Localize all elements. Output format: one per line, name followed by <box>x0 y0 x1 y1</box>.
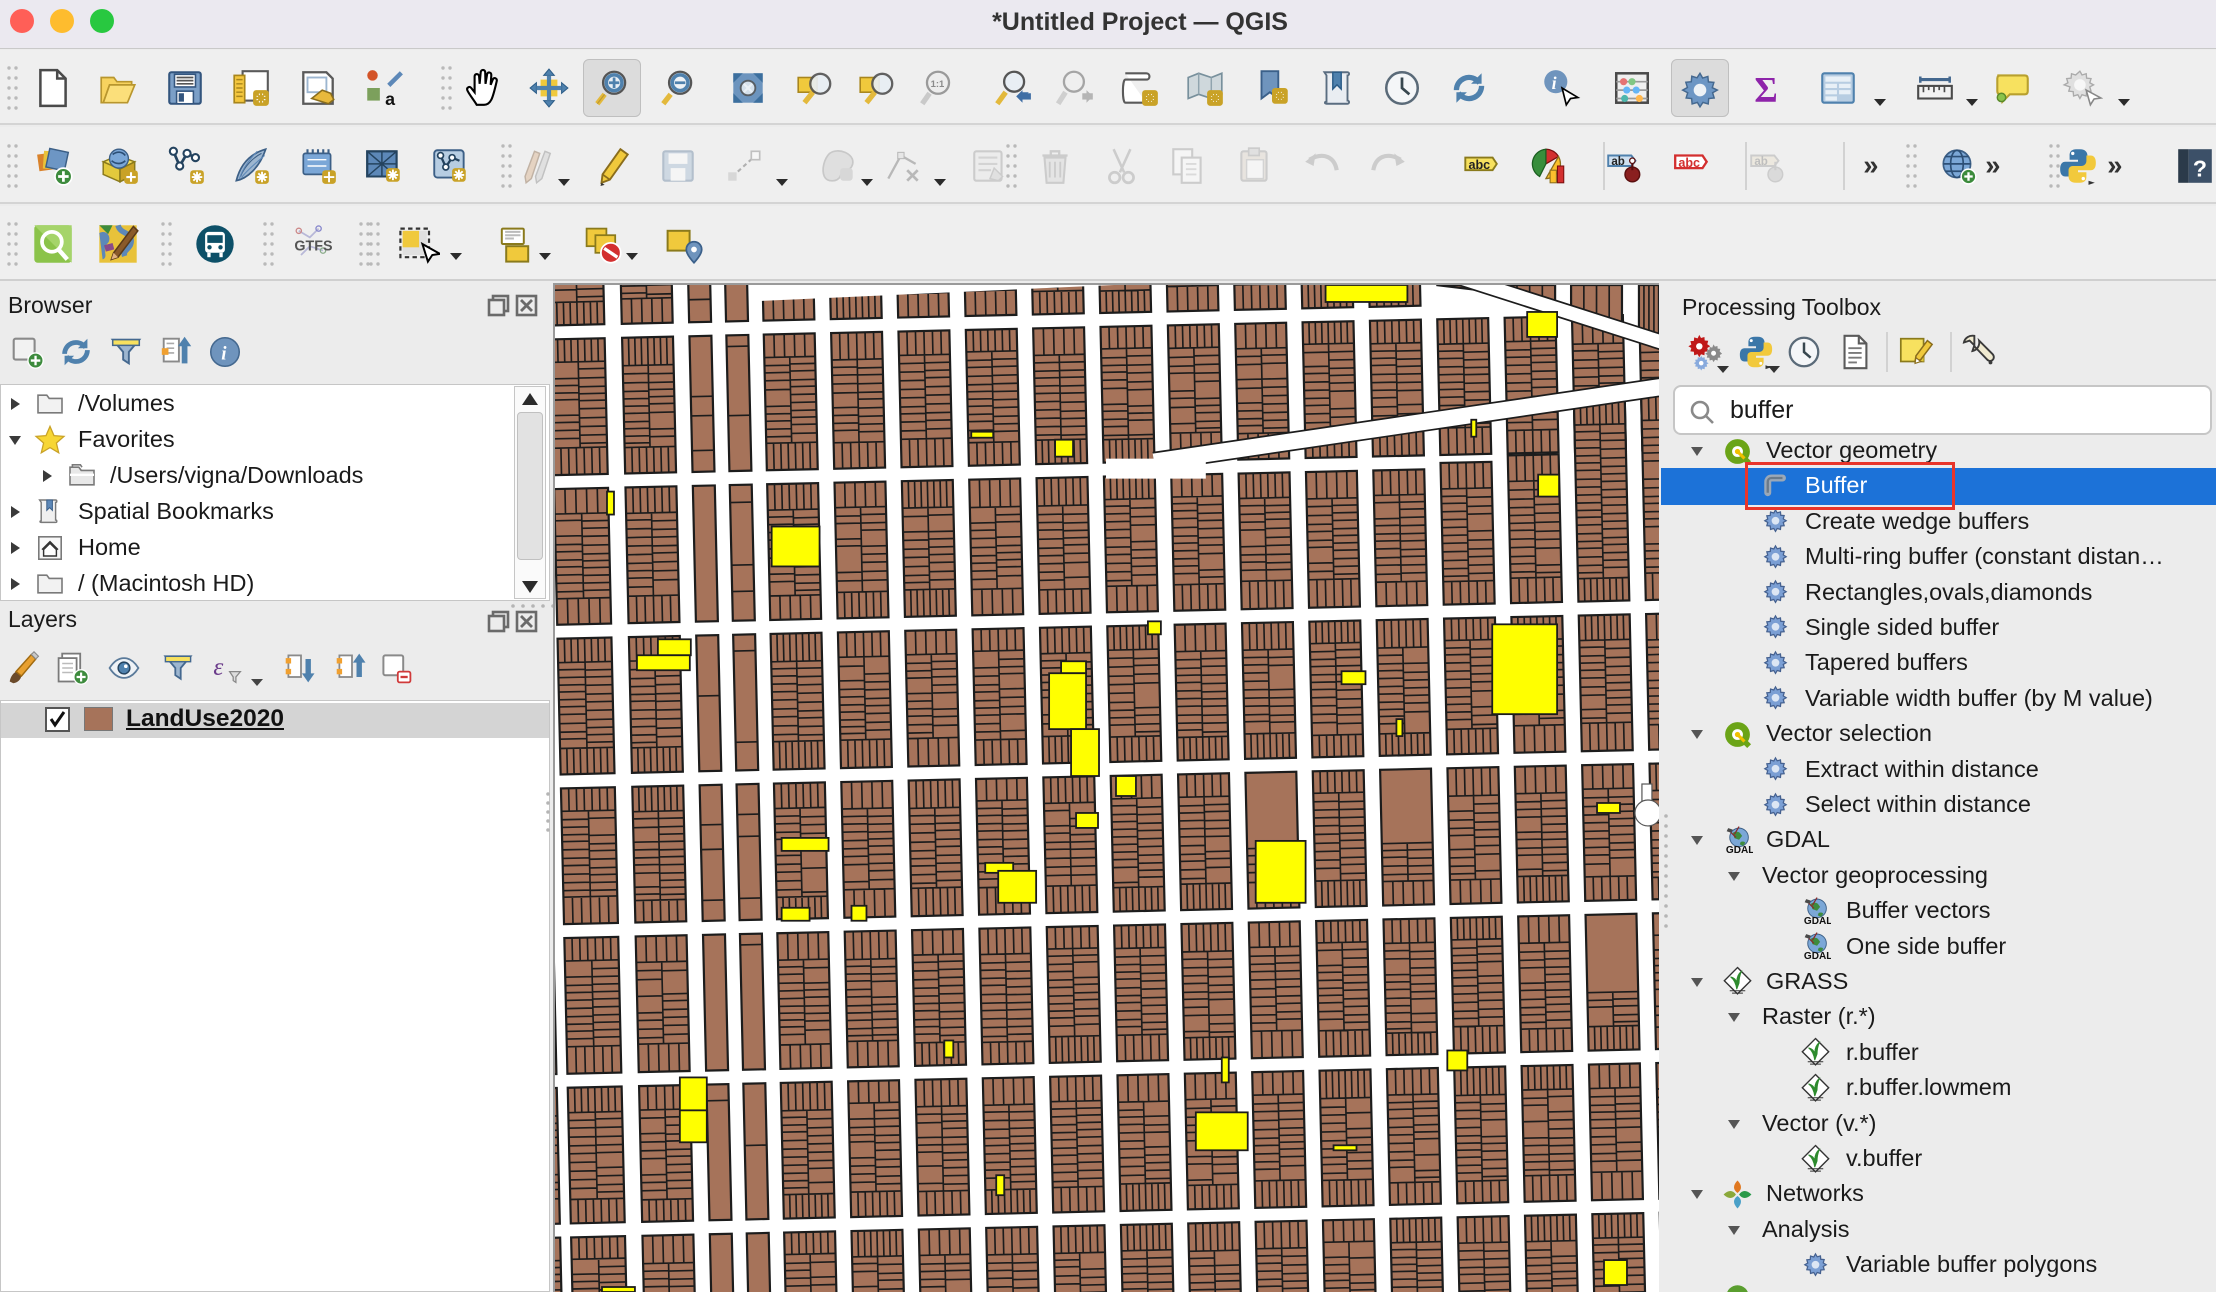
svg-text:Σ: Σ <box>1754 70 1777 109</box>
svg-text:»: » <box>1985 149 2000 180</box>
svg-text:GTFS: GTFS <box>294 239 332 255</box>
svg-text:ab: ab <box>1611 156 1624 168</box>
svg-text:abc: abc <box>1678 156 1700 170</box>
svg-text:»: » <box>1863 149 1878 180</box>
svg-text:»: » <box>2107 149 2122 180</box>
svg-text:GDAL: GDAL <box>1804 916 1831 927</box>
svg-text:GDAL: GDAL <box>1726 845 1753 856</box>
svg-text:1:1: 1:1 <box>931 79 945 90</box>
svg-text:abc: abc <box>1468 158 1490 172</box>
svg-text:?: ? <box>2193 156 2207 182</box>
svg-text:i: i <box>1552 73 1557 93</box>
svg-text:i: i <box>221 344 227 365</box>
svg-text:GDAL: GDAL <box>1804 951 1831 962</box>
svg-text:ε: ε <box>213 654 223 681</box>
svg-text:ab: ab <box>1754 156 1767 168</box>
svg-text:a: a <box>385 89 396 109</box>
